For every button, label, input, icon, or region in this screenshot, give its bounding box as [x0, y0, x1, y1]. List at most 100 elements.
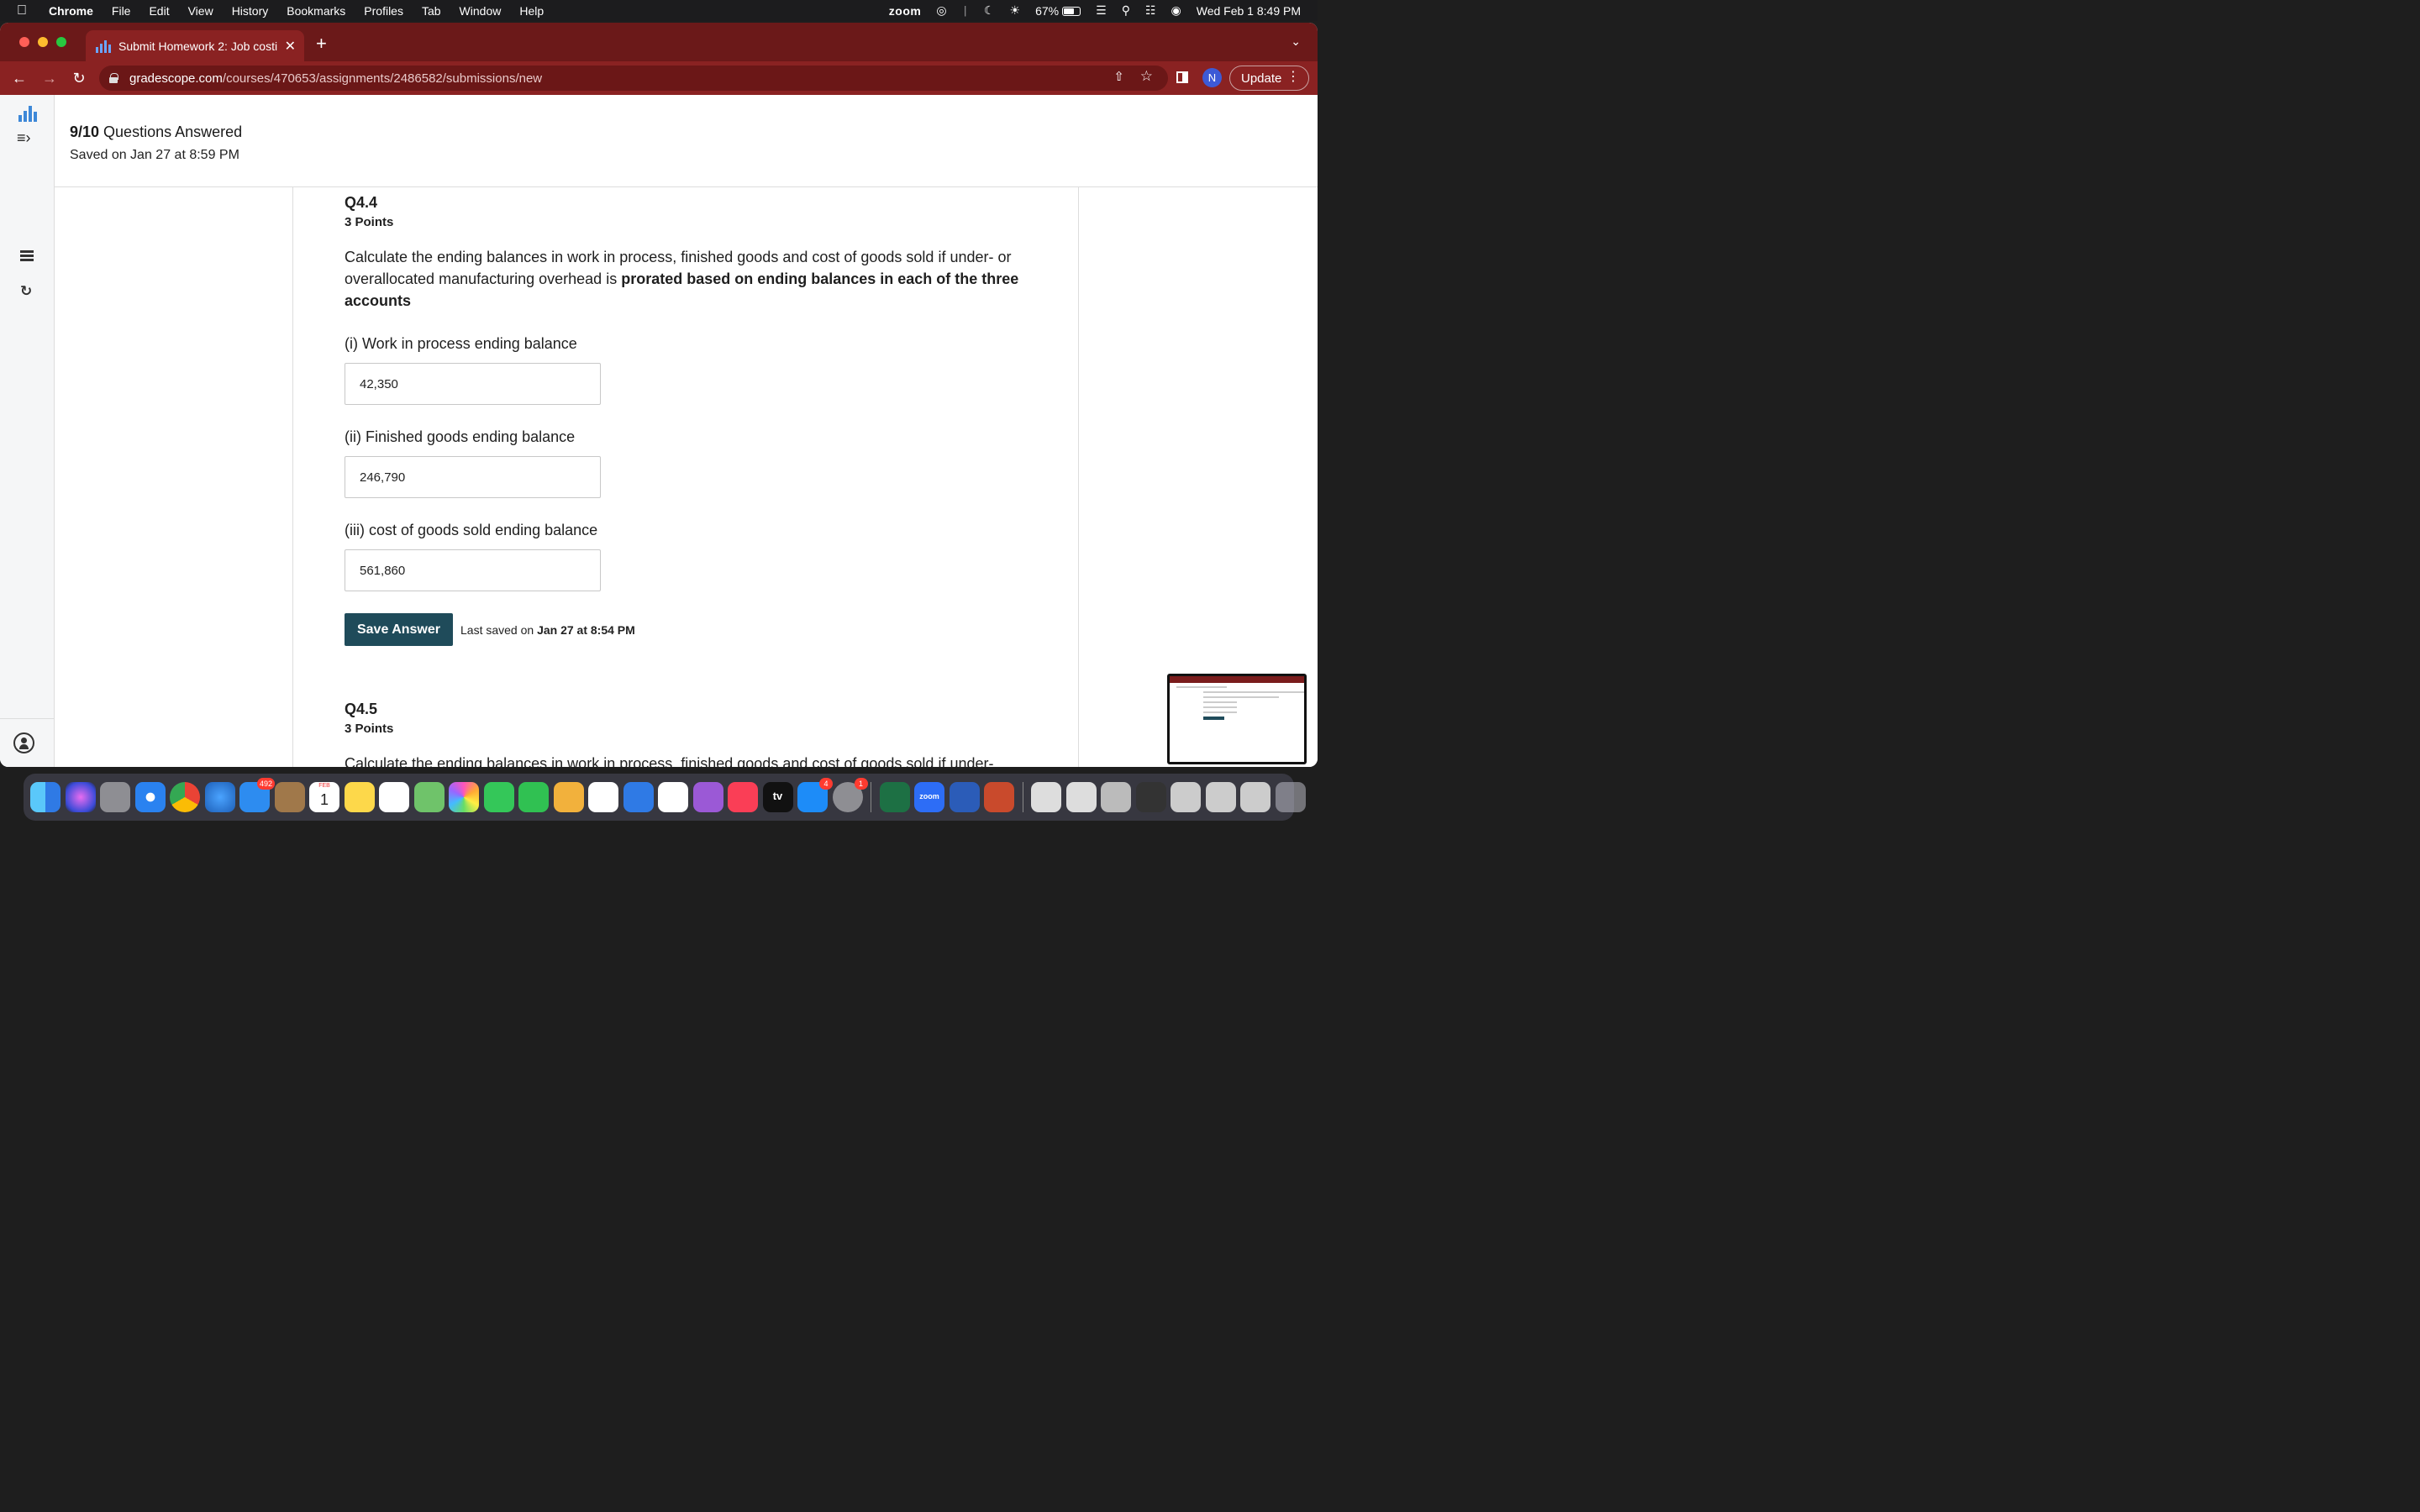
- messages-icon[interactable]: [483, 782, 514, 812]
- macos-dock: 492 FEB 1 tv 4 1 zoom: [24, 774, 1306, 821]
- reload-icon[interactable]: ↻: [68, 67, 90, 89]
- bluetooth-icon[interactable]: ᛁ: [962, 4, 969, 18]
- trash-icon[interactable]: [1275, 782, 1306, 812]
- wifi-icon[interactable]: ☰: [1096, 3, 1107, 18]
- sidebar-divider: [0, 718, 55, 719]
- keynote-icon[interactable]: [623, 782, 654, 812]
- maps-icon[interactable]: [413, 782, 445, 812]
- png-file-icon[interactable]: [1065, 782, 1097, 812]
- refresh-icon[interactable]: ↻: [20, 283, 32, 300]
- png-file-icon[interactable]: [1031, 782, 1061, 812]
- question-points: 3 Points: [345, 215, 394, 229]
- chrome-window: Submit Homework 2: Job costi ✕ + ⌄ ← → ↻…: [0, 23, 1318, 767]
- question-number: Q4.4: [345, 194, 378, 211]
- side-panel-icon[interactable]: [1176, 71, 1188, 83]
- settings-badge: 1: [854, 778, 868, 790]
- network-globe-icon[interactable]: [204, 782, 235, 812]
- menu-help[interactable]: Help: [519, 4, 544, 18]
- question-text: Calculate the ending balances in work in…: [345, 755, 994, 767]
- screenshot-thumbnail[interactable]: [1167, 674, 1307, 764]
- reminders-icon[interactable]: [379, 782, 409, 812]
- document-stack-icon[interactable]: [1205, 782, 1236, 812]
- forward-arrow-icon[interactable]: →: [39, 67, 60, 89]
- siri-icon[interactable]: ◉: [1171, 3, 1181, 18]
- menu-clock[interactable]: Wed Feb 1 8:49 PM: [1197, 4, 1301, 18]
- siri-app-icon[interactable]: [65, 782, 96, 812]
- podcasts-icon[interactable]: [692, 782, 723, 812]
- menu-bookmarks[interactable]: Bookmarks: [287, 4, 345, 18]
- focus-moon-icon[interactable]: ☾: [984, 3, 995, 18]
- battery-status[interactable]: 67%: [1035, 4, 1081, 18]
- brightness-icon[interactable]: ☀: [1010, 3, 1021, 18]
- gradescope-logo-icon[interactable]: [18, 103, 37, 122]
- control-center-icon[interactable]: ☷: [1145, 3, 1156, 18]
- menu-profiles[interactable]: Profiles: [364, 4, 403, 18]
- question-number: Q4.5: [345, 701, 378, 717]
- window-minimize-button[interactable]: [38, 37, 48, 47]
- spotlight-search-icon[interactable]: ⚲: [1122, 3, 1130, 18]
- menu-app-name[interactable]: Chrome: [49, 4, 93, 18]
- question-q4-4: Q4.4 3 Points Calculate the ending balan…: [345, 194, 1025, 312]
- freeform-icon[interactable]: [553, 782, 584, 812]
- zoom-status-item[interactable]: zoom: [889, 4, 922, 18]
- chrome-icon[interactable]: [170, 782, 200, 812]
- field-label-wip: (i) Work in process ending balance: [345, 335, 577, 352]
- finished-goods-ending-balance-input[interactable]: [345, 456, 601, 498]
- window-zoom-button[interactable]: [56, 37, 66, 47]
- system-settings-icon[interactable]: 1: [832, 778, 868, 812]
- save-answer-button[interactable]: Save Answer: [345, 613, 453, 646]
- tab-close-icon[interactable]: ✕: [285, 38, 296, 55]
- menu-tab[interactable]: Tab: [422, 4, 441, 18]
- macos-menu-bar:  Chrome File Edit View History Bookmark…: [0, 0, 1318, 21]
- safari-icon[interactable]: [134, 782, 166, 812]
- menu-history[interactable]: History: [232, 4, 269, 18]
- window-close-button[interactable]: [19, 37, 29, 47]
- back-arrow-icon[interactable]: ←: [8, 67, 30, 89]
- address-bar[interactable]: gradescope.com/courses/470653/assignment…: [99, 66, 1168, 91]
- launchpad-icon[interactable]: [100, 782, 130, 812]
- menu-file[interactable]: File: [112, 4, 131, 18]
- question-outline-icon[interactable]: [20, 250, 34, 262]
- menu-edit[interactable]: Edit: [149, 4, 169, 18]
- calendar-icon[interactable]: FEB 1: [309, 782, 339, 812]
- music-icon[interactable]: [728, 782, 758, 812]
- url-host: gradescope.com: [129, 71, 223, 86]
- profile-avatar[interactable]: N: [1202, 68, 1222, 87]
- new-tab-plus-icon[interactable]: +: [316, 33, 327, 55]
- tab-title: Submit Homework 2: Job costi: [118, 39, 278, 53]
- gradescope-page: ≡› ↻ 9/10 Questions Answered Saved on Ja…: [0, 95, 1318, 767]
- screenshot-stack-icon[interactable]: [1135, 782, 1166, 812]
- cogs-ending-balance-input[interactable]: [345, 549, 601, 591]
- wip-ending-balance-input[interactable]: [345, 363, 601, 405]
- finder-icon[interactable]: [30, 782, 60, 812]
- app-store-icon[interactable]: 4: [797, 778, 833, 812]
- account-icon[interactable]: [13, 732, 34, 753]
- document-stack-icon[interactable]: [1240, 782, 1270, 812]
- stack-icon[interactable]: [1101, 782, 1131, 812]
- bookmark-star-icon[interactable]: ☆: [1140, 68, 1153, 85]
- expand-sidebar-icon[interactable]: ≡›: [17, 129, 31, 147]
- menu-view[interactable]: View: [188, 4, 213, 18]
- browser-tab-active[interactable]: Submit Homework 2: Job costi ✕: [86, 30, 304, 61]
- powerpoint-icon[interactable]: [984, 782, 1014, 812]
- excel-icon[interactable]: [879, 782, 910, 812]
- facetime-icon[interactable]: [518, 782, 549, 812]
- update-button[interactable]: Update ⋮: [1229, 66, 1309, 91]
- news-icon[interactable]: [658, 782, 688, 812]
- apple-icon[interactable]: : [17, 3, 34, 18]
- zoom-app-icon[interactable]: zoom: [914, 782, 944, 812]
- lock-icon[interactable]: [109, 73, 118, 83]
- tab-strip: Submit Homework 2: Job costi ✕ + ⌄: [0, 23, 1318, 61]
- mail-icon[interactable]: 492: [239, 778, 275, 812]
- airdrop-icon[interactable]: ◎: [936, 3, 946, 18]
- share-icon[interactable]: ⇧: [1113, 69, 1124, 84]
- numbers-icon[interactable]: [588, 782, 618, 812]
- photos-icon[interactable]: [449, 782, 479, 812]
- word-icon[interactable]: [949, 782, 980, 812]
- apple-tv-icon[interactable]: tv: [762, 782, 793, 812]
- contacts-icon[interactable]: [274, 782, 305, 812]
- tab-search-chevron-icon[interactable]: ⌄: [1291, 34, 1301, 49]
- notes-icon[interactable]: [344, 782, 375, 812]
- document-stack-icon[interactable]: [1171, 782, 1201, 812]
- menu-window[interactable]: Window: [460, 4, 502, 18]
